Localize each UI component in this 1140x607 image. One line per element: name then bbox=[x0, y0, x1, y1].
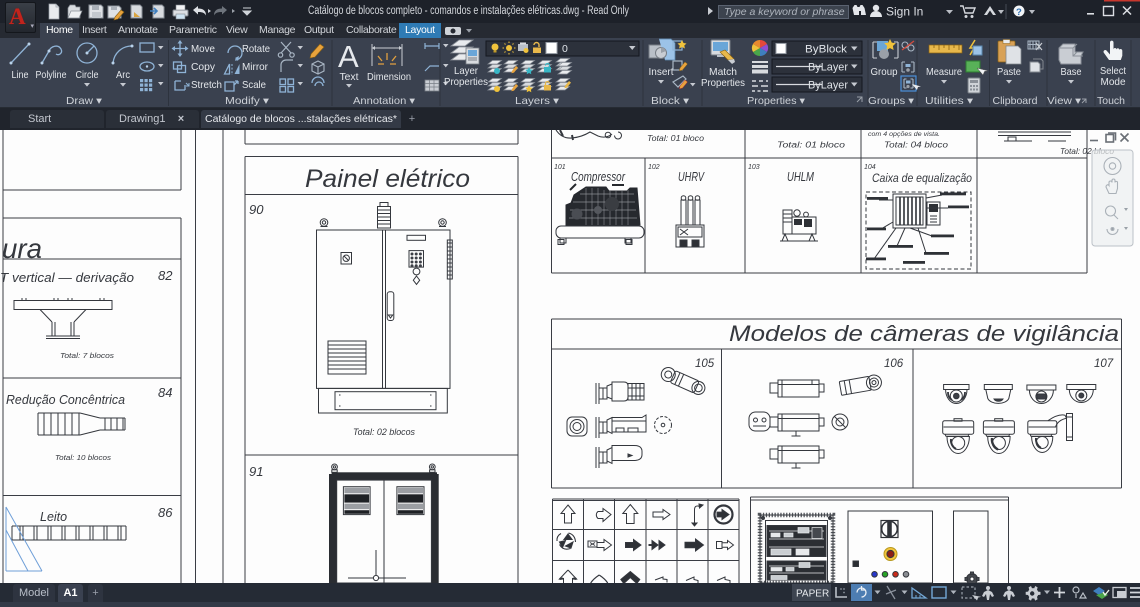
svg-text:ByBlock: ByBlock bbox=[805, 44, 848, 56]
svg-text:ura: ura bbox=[2, 233, 42, 264]
svg-text:Rotate: Rotate bbox=[242, 43, 270, 55]
svg-text:Line: Line bbox=[12, 69, 29, 81]
svg-text:Layers ▾: Layers ▾ bbox=[515, 95, 560, 107]
svg-text:Modify ▾: Modify ▾ bbox=[225, 95, 270, 107]
svg-text:Total: 02 blocos: Total: 02 blocos bbox=[353, 427, 415, 438]
svg-text:107: 107 bbox=[1094, 358, 1114, 370]
svg-text:Copy: Copy bbox=[191, 61, 216, 73]
svg-text:84: 84 bbox=[158, 385, 172, 400]
svg-text:Total: 10 blocos: Total: 10 blocos bbox=[55, 455, 112, 462]
svg-text:103: 103 bbox=[748, 164, 760, 171]
svg-text:Caixa de equalização: Caixa de equalização bbox=[872, 173, 973, 185]
svg-text:com 4 opções de vista.: com 4 opções de vista. bbox=[868, 131, 940, 138]
svg-text:101: 101 bbox=[554, 164, 566, 171]
svg-text:T vertical — derivação: T vertical — derivação bbox=[0, 271, 134, 285]
svg-text:Compressor: Compressor bbox=[571, 170, 626, 184]
svg-text:Properties: Properties bbox=[701, 77, 745, 89]
svg-text:Polyline: Polyline bbox=[36, 69, 67, 81]
svg-text:Dimension: Dimension bbox=[367, 71, 411, 83]
svg-text:Mirror: Mirror bbox=[242, 61, 268, 73]
svg-text:Leito: Leito bbox=[40, 510, 67, 524]
svg-text:106: 106 bbox=[884, 358, 904, 370]
svg-text:Stretch: Stretch bbox=[191, 79, 222, 91]
svg-text:Modelos de câmeras de vigi: Modelos de câmeras de vigilância bbox=[729, 321, 1119, 346]
svg-text:?: ? bbox=[1016, 7, 1022, 18]
svg-text:Scale: Scale bbox=[242, 79, 266, 91]
svg-text:Group: Group bbox=[871, 66, 898, 78]
svg-text:Groups ▾: Groups ▾ bbox=[868, 95, 915, 107]
svg-text:Insert: Insert bbox=[649, 66, 674, 78]
svg-text:105: 105 bbox=[695, 358, 715, 370]
svg-text:Circle: Circle bbox=[76, 69, 99, 81]
svg-text:82: 82 bbox=[158, 268, 173, 283]
svg-text:104: 104 bbox=[864, 164, 876, 171]
svg-text:Total: 04 bloco: Total: 04 bloco bbox=[884, 141, 949, 150]
svg-text:Painel elétrico: Painel elétrico bbox=[305, 165, 470, 193]
svg-text:Measure: Measure bbox=[926, 66, 962, 78]
svg-text:Total: 01 bloco: Total: 01 bloco bbox=[647, 134, 705, 143]
svg-text:Properties ▾: Properties ▾ bbox=[747, 95, 806, 107]
svg-text:Total: 01 bloco: Total: 01 bloco bbox=[777, 141, 846, 150]
svg-text:View ▾: View ▾ bbox=[1047, 95, 1082, 107]
svg-text:Arc: Arc bbox=[116, 69, 130, 81]
svg-text:Utilities ▾: Utilities ▾ bbox=[925, 95, 974, 107]
svg-text:Total: 7 blocos: Total: 7 blocos bbox=[60, 353, 115, 360]
svg-text:Draw ▾: Draw ▾ bbox=[66, 95, 103, 107]
svg-text:Base: Base bbox=[1061, 66, 1082, 78]
svg-text:UHRV: UHRV bbox=[678, 170, 705, 184]
svg-text:Clipboard: Clipboard bbox=[993, 95, 1038, 107]
svg-text:Text: Text bbox=[340, 71, 359, 83]
svg-text:A: A bbox=[338, 39, 359, 74]
svg-text:ByLayer: ByLayer bbox=[808, 62, 848, 74]
svg-text:Sign In: Sign In bbox=[886, 5, 923, 19]
svg-text:102: 102 bbox=[648, 164, 660, 171]
svg-text:ByLayer: ByLayer bbox=[808, 80, 848, 92]
svg-text:91: 91 bbox=[249, 464, 263, 479]
svg-text:PAPER: PAPER bbox=[796, 589, 829, 600]
svg-text:0: 0 bbox=[562, 43, 568, 55]
svg-text:Touch: Touch bbox=[1097, 95, 1125, 107]
svg-text:Paste: Paste bbox=[997, 66, 1021, 78]
svg-text:90: 90 bbox=[249, 202, 264, 217]
svg-text:86: 86 bbox=[158, 505, 173, 520]
svg-text:Redução Concêntrica: Redução Concêntrica bbox=[6, 393, 125, 407]
svg-text:UHLM: UHLM bbox=[787, 170, 814, 184]
svg-text:Properties: Properties bbox=[444, 76, 488, 88]
svg-text:Mode: Mode bbox=[1101, 76, 1126, 88]
svg-text:Move: Move bbox=[191, 43, 215, 55]
svg-text:Block ▾: Block ▾ bbox=[651, 95, 690, 107]
svg-text:Annotation ▾: Annotation ▾ bbox=[353, 95, 416, 107]
